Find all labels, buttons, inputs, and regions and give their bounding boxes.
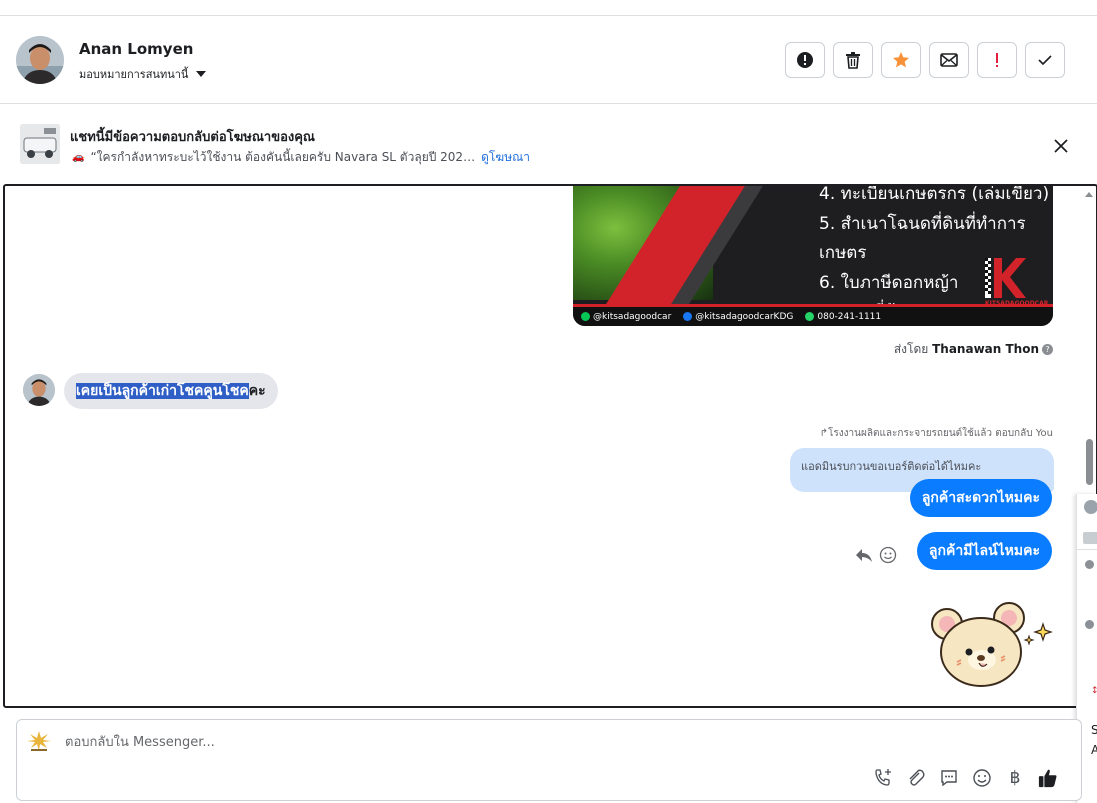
ad-reply-banner: แชทนี้มีข้อความตอบกลับต่อโฆษณาของคุณ 🚗 “… xyxy=(0,105,1097,184)
sender-name: Thanawan Thon xyxy=(932,342,1039,356)
ad-banner-title: แชทนี้มีข้อความตอบกลับต่อโฆษณาของคุณ xyxy=(70,130,315,145)
like-thumb-icon[interactable] xyxy=(1038,767,1058,789)
star-icon xyxy=(893,52,909,68)
check-icon xyxy=(1038,55,1052,66)
ad-image-footer: @kitsadagoodcar @kitsadagoodcarKDG 080-2… xyxy=(573,304,1053,326)
conversation-header: Anan Lomyen มอบหมายการสนทนานี้ xyxy=(0,17,1097,104)
thumbnail xyxy=(1083,532,1097,544)
react-emoji-icon[interactable] xyxy=(879,546,897,568)
selected-text: เคยเป็นลูกค้าเก่าโชคคูนโชค xyxy=(76,383,249,399)
brand-logo: KITSADAGOODCAR xyxy=(985,252,1048,308)
conversation-actions xyxy=(785,42,1065,78)
emoji-icon[interactable] xyxy=(972,767,992,789)
page-logo xyxy=(25,729,53,753)
ad-list-item: 4. ทะเบียนเกษตรกร (เล่มเขียว) xyxy=(819,184,1050,204)
car-icon: 🚗 xyxy=(72,152,85,163)
composer-tools: ฿ xyxy=(873,767,1058,789)
mark-done-button[interactable] xyxy=(1025,42,1065,78)
outgoing-message[interactable]: ลูกค้าสะดวกไหมคะ xyxy=(909,479,1052,517)
help-icon[interactable]: ? xyxy=(1042,344,1053,355)
caret-down-icon xyxy=(196,71,207,77)
close-icon xyxy=(1054,139,1068,153)
ad-thumbnail[interactable] xyxy=(20,124,60,164)
avatar xyxy=(1085,620,1094,629)
assign-conversation-dropdown[interactable]: มอบหมายการสนทนานี้ xyxy=(79,65,207,83)
attachment-icon[interactable] xyxy=(906,767,926,789)
scrollbar-thumb[interactable] xyxy=(1086,439,1093,485)
trash-icon xyxy=(846,52,860,69)
close-banner-button[interactable] xyxy=(1050,135,1072,157)
follow-up-button[interactable] xyxy=(977,42,1017,78)
inbox-page: Anan Lomyen มอบหมายการสนทนานี้ แชทนี้มีข… xyxy=(0,0,1097,803)
alert-icon: ↕ xyxy=(1091,686,1097,696)
delete-button[interactable] xyxy=(833,42,873,78)
exclamation-icon xyxy=(996,53,998,67)
ad-banner-subtitle: 🚗 “ใครกำลังหาทระบะไว้ใช้งาน ต้องคันนี้เล… xyxy=(72,148,530,167)
call-add-icon[interactable] xyxy=(873,767,893,789)
outgoing-message[interactable]: ลูกค้ามีไลน์ไหมคะ xyxy=(916,532,1052,570)
star-button[interactable] xyxy=(881,42,921,78)
ad-snippet: “ใครกำลังหาทระบะไว้ใช้งาน ต้องคันนี้เลยค… xyxy=(90,150,476,164)
avatar xyxy=(1085,560,1094,569)
baht-payment-icon[interactable]: ฿ xyxy=(1005,767,1025,789)
sent-by-label: ส่งโดย Thanawan Thon? xyxy=(705,340,1053,359)
spam-button[interactable] xyxy=(785,42,825,78)
contact-avatar[interactable] xyxy=(16,36,64,84)
peek-text: A xyxy=(1091,743,1097,757)
reply-icon[interactable] xyxy=(855,547,873,567)
message-input[interactable] xyxy=(65,732,765,752)
message-hover-actions xyxy=(855,546,897,568)
assign-label: มอบหมายการสนทนานี้ xyxy=(79,68,189,81)
message-thread[interactable]: 4. ทะเบียนเกษตรกร (เล่มเขียว) 5. สำเนาโฉ… xyxy=(3,184,1097,708)
contact-avatar-small[interactable] xyxy=(23,374,55,406)
peek-text: S xyxy=(1091,723,1097,737)
envelope-icon xyxy=(940,53,958,67)
avatar xyxy=(1084,500,1097,514)
mark-unread-button[interactable] xyxy=(929,42,969,78)
alert-circle-icon xyxy=(797,52,813,68)
incoming-message[interactable]: เคยเป็นลูกค้าเก่าโชคคูนโชคคะ xyxy=(64,373,278,409)
view-ad-link[interactable]: ดูโฆษณา xyxy=(481,148,530,167)
top-divider xyxy=(0,0,1097,16)
contact-name[interactable]: Anan Lomyen xyxy=(79,40,193,58)
reply-composer: ฿ xyxy=(16,719,1082,801)
shared-ad-image[interactable]: 4. ทะเบียนเกษตรกร (เล่มเขียว) 5. สำเนาโฉ… xyxy=(573,184,1053,326)
reply-arrow-icon: ↱ xyxy=(819,428,829,439)
bear-sticker[interactable] xyxy=(929,602,1059,690)
scroll-up-arrow-icon[interactable] xyxy=(1085,192,1093,197)
reply-context-note: ↱โรงงานผลิตและกระจายรถยนต์ใช้แล้ว ตอบกลั… xyxy=(819,428,1053,439)
saved-replies-icon[interactable] xyxy=(939,767,959,789)
